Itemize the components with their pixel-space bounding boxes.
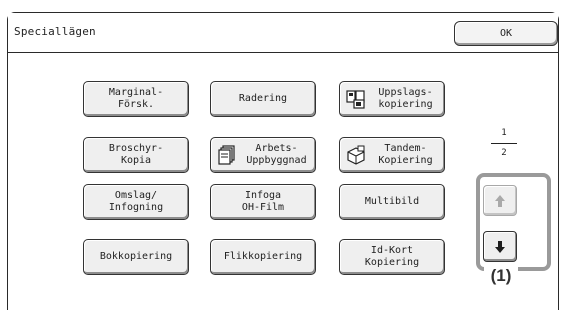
page-total: 2 (501, 148, 507, 158)
marginal-forsk-button[interactable]: Marginal- Försk. (83, 81, 189, 117)
button-label: Radering (238, 93, 288, 104)
page-indicator: 1 2 (489, 128, 519, 158)
book-copy-icon (345, 88, 367, 110)
bokkopiering-button[interactable]: Bokkopiering (83, 239, 189, 275)
page-divider (491, 143, 517, 144)
scroll-up-button[interactable] (483, 185, 517, 216)
window-title: Speciallägen (14, 25, 96, 38)
id-kort-kopiering-button[interactable]: Id-Kort Kopiering (339, 239, 445, 275)
button-label: Multibild (364, 196, 420, 207)
job-build-icon (216, 144, 238, 166)
page-current: 1 (501, 128, 507, 138)
arbets-uppbyggnad-button[interactable]: Arbets- Uppbyggnad (210, 137, 316, 173)
button-label: Omslag/ Infogning (108, 190, 164, 213)
button-label: Bokkopiering (99, 251, 173, 262)
tandem-kopiering-button[interactable]: Tandem- Kopiering (339, 137, 445, 173)
button-label: Tandem- Kopiering (378, 143, 433, 166)
scroll-down-button[interactable] (483, 231, 517, 262)
ok-button[interactable]: OK (454, 21, 558, 46)
arrow-up-icon (495, 194, 505, 207)
flikkopiering-button[interactable]: Flikkopiering (210, 239, 316, 275)
button-label: Arbets- Uppbyggnad (246, 143, 307, 166)
button-label: Marginal- Försk. (108, 87, 164, 110)
callout-label: (1) (490, 266, 512, 285)
button-label: Broschyr- Kopia (108, 143, 164, 166)
button-label: Id-Kort Kopiering (364, 245, 420, 268)
title-bar: Speciallägen OK (8, 13, 558, 53)
button-label: Uppslags- kopiering (378, 87, 433, 110)
uppslags-kopiering-button[interactable]: Uppslags- kopiering (339, 81, 445, 117)
broschyr-kopia-button[interactable]: Broschyr- Kopia (83, 137, 189, 173)
button-label: Flikkopiering (223, 251, 303, 262)
infoga-oh-film-button[interactable]: Infoga OH-Film (210, 184, 316, 220)
omslag-infogning-button[interactable]: Omslag/ Infogning (83, 184, 189, 220)
radering-button[interactable]: Radering (210, 81, 316, 117)
button-label: Infoga OH-Film (241, 190, 285, 213)
multibild-button[interactable]: Multibild (339, 184, 445, 220)
arrow-down-icon (495, 240, 505, 253)
tandem-copy-icon (345, 144, 367, 166)
